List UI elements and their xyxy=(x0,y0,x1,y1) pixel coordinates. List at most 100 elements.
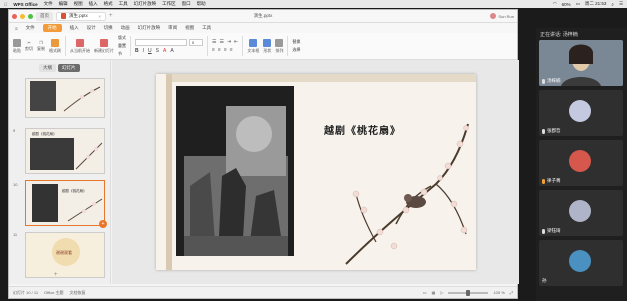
ribbon-tab-tools[interactable]: 工具 xyxy=(202,25,211,31)
ribbon-tab-review[interactable]: 审阅 xyxy=(168,25,177,31)
slide-canvas[interactable]: 越剧《桃花扇》 单击此处添加备注 xyxy=(112,60,615,293)
zoom-window-button[interactable] xyxy=(28,13,33,19)
minimize-window-button[interactable] xyxy=(20,13,25,19)
reading-view-icon[interactable]: ▷ xyxy=(440,290,443,295)
menu-file[interactable]: 文件 xyxy=(44,1,53,7)
menu-view[interactable]: 视图 xyxy=(74,1,83,7)
close-window-button[interactable] xyxy=(12,13,17,19)
user-account[interactable]: Sun Run xyxy=(490,13,514,19)
align-center-icon[interactable]: ≡ xyxy=(218,47,221,53)
outline-tab[interactable]: 大纲 xyxy=(39,64,56,72)
textbox-button[interactable]: 文本框 xyxy=(247,38,259,54)
mic-icon xyxy=(542,228,545,234)
user-name-label: Sun Run xyxy=(498,13,514,19)
participant-tile[interactable]: 律子菁 xyxy=(539,140,623,186)
close-tab-icon[interactable]: × xyxy=(98,14,101,19)
bold-icon[interactable]: B xyxy=(135,48,139,54)
paragraph-group: ☰ ☰ ⇥ ⇤ ≡ ≡ ≡ ≡ xyxy=(212,39,238,53)
fit-window-icon[interactable]: ⤢ xyxy=(510,290,513,295)
new-slide-button[interactable]: 新建幻灯片 xyxy=(94,38,114,54)
outdent-icon[interactable]: ⇤ xyxy=(234,39,238,45)
slide-frame-top xyxy=(166,74,476,82)
ribbon-tab-design[interactable]: 设计 xyxy=(87,25,96,31)
new-tab-icon[interactable]: + xyxy=(109,13,113,19)
shape-button[interactable]: 形状 xyxy=(263,38,272,54)
slides-tab[interactable]: 幻灯片 xyxy=(58,64,80,72)
battery-icon[interactable]: ▭ xyxy=(576,1,580,7)
menu-app-name[interactable]: WPS Office xyxy=(13,2,37,7)
italic-icon[interactable]: I xyxy=(143,48,144,54)
normal-view-icon[interactable]: ▭ xyxy=(423,290,427,295)
highlight-icon[interactable]: A xyxy=(170,48,173,54)
sorter-view-icon[interactable]: ▦ xyxy=(432,290,436,295)
section-button[interactable]: 节 xyxy=(118,51,126,57)
menu-tools[interactable]: 工具 xyxy=(119,1,128,7)
current-slide[interactable]: 越剧《桃花扇》 xyxy=(156,74,476,270)
paste-button[interactable]: 粘贴 xyxy=(13,38,21,54)
font-color-icon[interactable]: A xyxy=(163,48,166,54)
home-tab[interactable]: 首页 xyxy=(36,11,53,21)
copy-button[interactable]: ❐ 复制 xyxy=(37,40,45,52)
slide-thumbnail[interactable] xyxy=(25,78,105,118)
document-tab[interactable]: 演生.pptx × xyxy=(56,11,106,21)
menu-edit[interactable]: 编辑 xyxy=(59,1,68,7)
wifi-icon[interactable]: ◠ xyxy=(553,1,557,7)
hamburger-menu-icon[interactable]: ≡ xyxy=(15,26,18,31)
menu-format[interactable]: 格式 xyxy=(104,1,113,7)
reset-button[interactable]: 重置 xyxy=(118,43,126,49)
clock[interactable]: 周二 21:53 xyxy=(585,1,607,7)
plum-blossom-illustration xyxy=(345,123,469,265)
font-size-select[interactable]: 0 xyxy=(189,38,203,46)
zoom-slider[interactable] xyxy=(448,289,489,296)
menu-insert[interactable]: 插入 xyxy=(89,1,98,7)
slide-thumbnail[interactable]: 越剧《桃花扇》 xyxy=(25,128,105,174)
ribbon-tab-view[interactable]: 视图 xyxy=(185,25,194,31)
strikethrough-icon[interactable]: S xyxy=(156,48,159,54)
slide-thumbnail[interactable]: 谢谢观看 xyxy=(25,232,105,278)
participant-tile[interactable]: 张郡哲 xyxy=(539,90,623,136)
ribbon-tab-insert[interactable]: 插入 xyxy=(70,25,79,31)
arrange-button[interactable]: 排列 xyxy=(275,38,284,54)
play-from-current-button[interactable]: 从当前开始 xyxy=(70,38,90,54)
indent-icon[interactable]: ⇥ xyxy=(227,39,231,45)
zoom-level[interactable]: 105 % xyxy=(493,290,504,295)
apple-icon[interactable]:  xyxy=(4,2,7,7)
ribbon-tab-file[interactable]: 文件 xyxy=(26,25,35,31)
layout-button[interactable]: 版式 xyxy=(118,35,126,41)
menu-slideshow[interactable]: 幻灯片放映 xyxy=(134,1,157,7)
align-left-icon[interactable]: ≡ xyxy=(212,47,215,53)
numbering-icon[interactable]: ☰ xyxy=(219,39,223,45)
format-painter-button[interactable]: 格式刷 xyxy=(49,38,61,54)
align-right-icon[interactable]: ≡ xyxy=(224,47,227,53)
add-slide-button[interactable]: + xyxy=(54,272,58,278)
menu-window[interactable]: 窗口 xyxy=(182,1,191,7)
ribbon-tab-animation[interactable]: 动画 xyxy=(121,25,130,31)
replace-button[interactable]: 替换 xyxy=(292,39,300,45)
slide-opera-photo[interactable] xyxy=(176,86,294,256)
justify-icon[interactable]: ≡ xyxy=(230,47,233,53)
thumbnail-photo xyxy=(30,138,74,170)
menu-help[interactable]: 帮助 xyxy=(197,1,206,7)
ribbon-tab-start[interactable]: 开始 xyxy=(42,24,62,32)
add-slide-icon[interactable]: + xyxy=(99,220,107,228)
participant-tile[interactable]: 梁钰琦 xyxy=(539,190,623,236)
slide-count: 幻灯片 10 / 11 xyxy=(13,289,39,295)
menu-workspace[interactable]: 工作区 xyxy=(162,1,176,7)
participant-tile[interactable]: 孙 xyxy=(539,240,623,286)
search-icon[interactable]: ⌕ xyxy=(611,2,614,7)
bullets-icon[interactable]: ☰ xyxy=(212,39,216,45)
participant-tile[interactable]: 汤梓楠 xyxy=(539,40,623,86)
arrange-icon xyxy=(275,38,284,47)
select-button[interactable]: 选择 xyxy=(292,47,300,53)
ribbon-tab-transition[interactable]: 切换 xyxy=(104,25,113,31)
slide-thumbnail-selected[interactable]: 越剧《桃花扇》 + xyxy=(25,180,107,228)
control-center-icon[interactable]: ☰ xyxy=(619,1,623,7)
cut-button[interactable]: ✂ 剪切 xyxy=(25,40,33,52)
underline-icon[interactable]: U xyxy=(148,48,152,54)
battery-percent[interactable]: 60% xyxy=(562,2,571,7)
thumbnail-title: 越剧《桃花扇》 xyxy=(32,132,57,136)
font-family-select[interactable] xyxy=(135,38,187,46)
thumbnail-photo xyxy=(30,81,56,111)
doc-recovery[interactable]: 文档恢复 xyxy=(70,290,86,296)
ribbon-tab-slideshow[interactable]: 幻灯片放映 xyxy=(138,25,161,31)
